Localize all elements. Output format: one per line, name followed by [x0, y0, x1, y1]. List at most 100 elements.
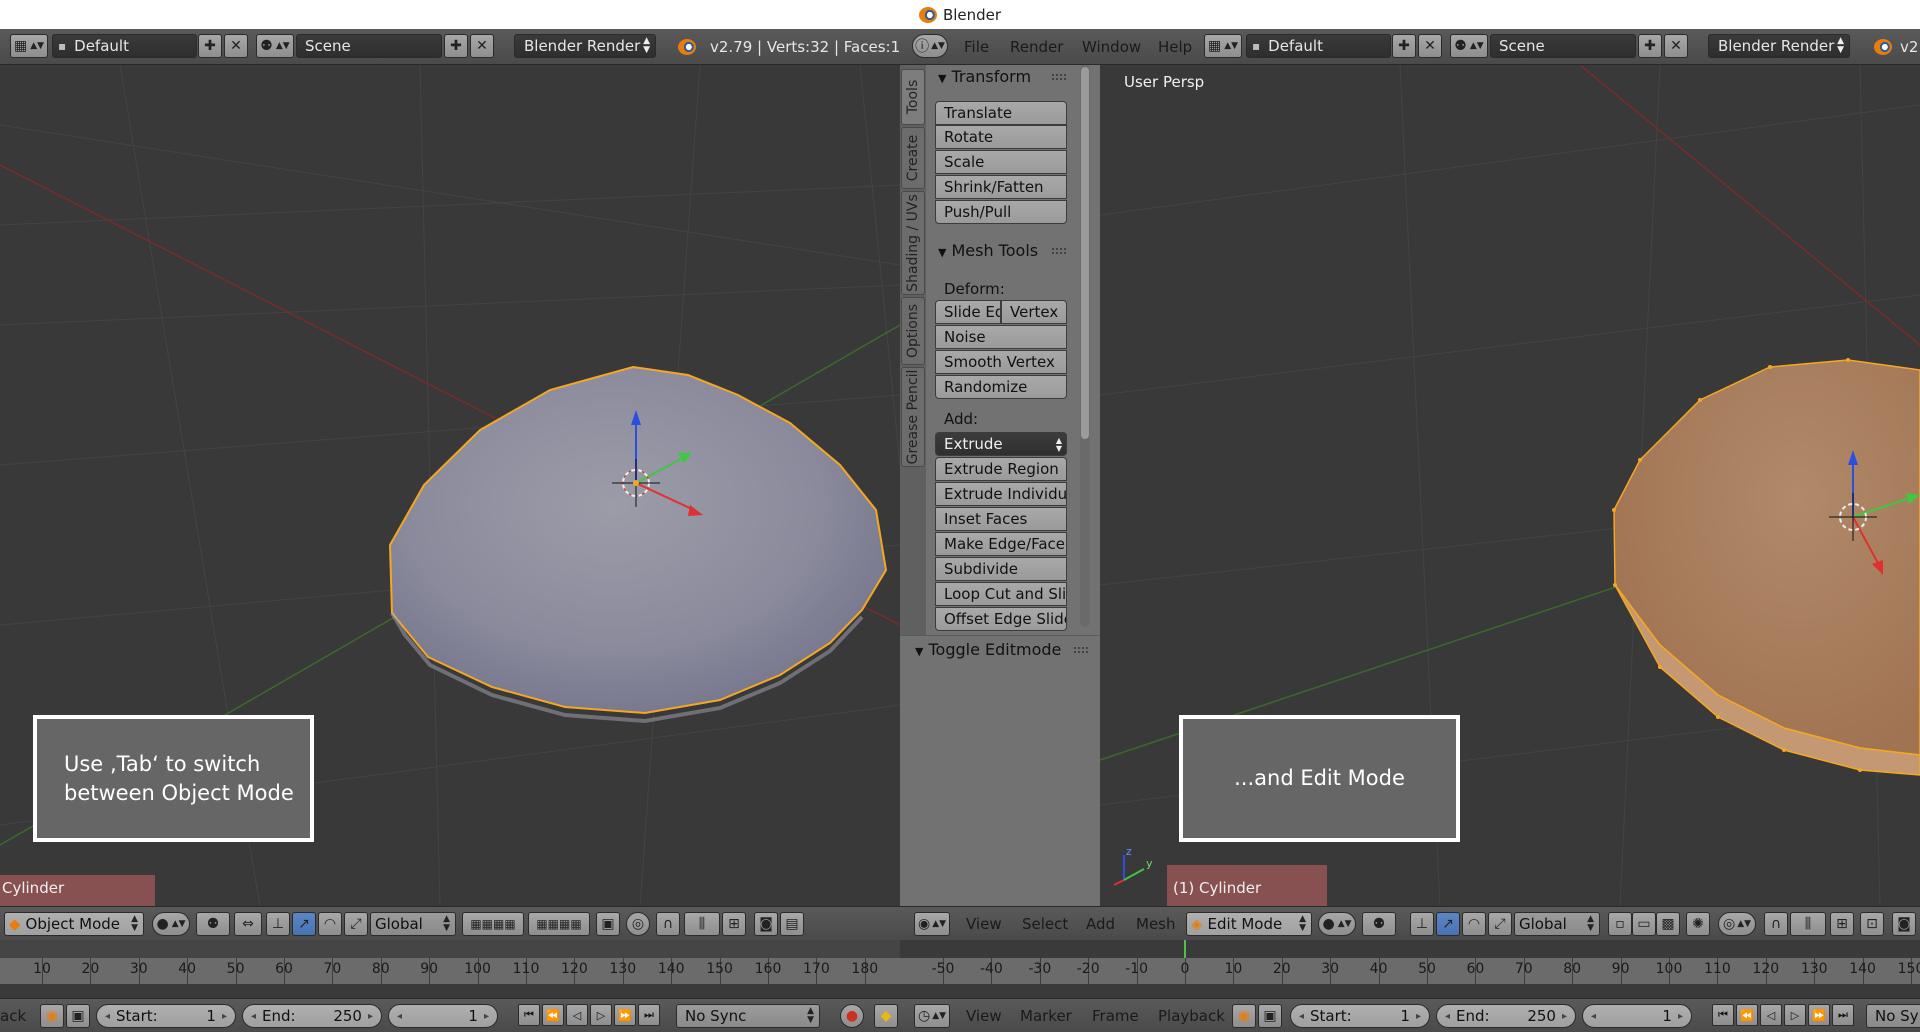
current-frame-field[interactable]: ◂ 1 ▸ — [388, 1004, 498, 1028]
make-edge-face-button[interactable]: Make Edge/Face — [935, 532, 1067, 556]
loop-cut-button[interactable]: Loop Cut and Sli... — [935, 582, 1067, 606]
editor-type-button[interactable]: ◷ ▲▼ — [914, 1004, 950, 1028]
right-timeline[interactable]: -50 -40 -30 -20 -10 0 10 20 30 40 50 60 70 80 90 100 110… — [900, 940, 1920, 984]
scrollbar-thumb[interactable] — [1081, 67, 1089, 439]
scale-manipulator-button[interactable]: ⤢ — [1488, 912, 1512, 936]
noise-button[interactable]: Noise — [935, 325, 1067, 349]
translate-manipulator-button[interactable]: ⊥ — [266, 912, 290, 936]
jump-start-button[interactable]: ⏮ — [518, 1004, 540, 1026]
menu-select[interactable]: Select — [1022, 915, 1068, 933]
keyframe-type-button[interactable]: ◆ — [874, 1004, 898, 1028]
keying-set-button[interactable]: ◉ — [40, 1004, 64, 1028]
screen-layout-field[interactable]: ▪ Default — [1246, 34, 1391, 58]
lock-time-button[interactable]: ▣ — [66, 1004, 90, 1028]
tab-grease-pencil[interactable]: Grease Pencil — [901, 367, 925, 467]
left-3d-viewport[interactable]: Use ‚Tab‘ to switch between Object Mode … — [0, 65, 900, 907]
snap-button[interactable]: ∩ — [1764, 912, 1788, 936]
menu-mesh[interactable]: Mesh — [1136, 915, 1176, 933]
pivot-point-button[interactable]: ⚉ — [196, 912, 230, 936]
play-reverse-button[interactable]: ◁ — [1760, 1004, 1782, 1026]
right-3d-viewport[interactable]: z y User Persp ...and Edit Mode (1) Cyli… — [1100, 65, 1920, 907]
layers-group-a[interactable]: ▦▦▦▦ — [462, 912, 524, 936]
tab-shading-uvs[interactable]: Shading / UVs — [901, 191, 925, 295]
scale-manipulator-button[interactable]: ⤢ — [344, 912, 368, 936]
next-keyframe-button[interactable]: ⏩ — [1808, 1004, 1830, 1026]
lock-time-button[interactable]: ▣ — [1258, 1004, 1282, 1028]
translate-manipulator-button[interactable]: ⊥ — [1410, 912, 1434, 936]
menu-view[interactable]: View — [966, 1007, 1002, 1025]
menu-add[interactable]: Add — [1086, 915, 1115, 933]
tab-tools[interactable]: Tools — [901, 69, 925, 125]
left-timeline[interactable]: 10 20 30 40 50 60 70 80 90 100 110 120 130 140 150 160 1… — [0, 940, 900, 984]
extrude-individual-button[interactable]: Extrude Individual — [935, 482, 1067, 506]
menu-window[interactable]: Window — [1082, 38, 1141, 56]
menu-frame[interactable]: Frame — [1092, 1007, 1139, 1025]
slide-edge-button[interactable]: Slide Ed — [935, 300, 1001, 324]
snap-element-button[interactable]: ⫼ — [1790, 912, 1826, 936]
tab-create[interactable]: Create — [901, 127, 925, 189]
editor-type-button[interactable]: ◉ ▲▼ — [914, 912, 950, 936]
extrude-select[interactable]: Extrude ▲ ▼ — [935, 432, 1067, 456]
remove-scene-button[interactable]: ✕ — [470, 34, 494, 58]
snap-target-button[interactable]: ⊞ — [722, 912, 746, 936]
rotate-button[interactable]: Rotate — [935, 125, 1067, 149]
snap-button[interactable]: ∩ — [656, 912, 680, 936]
inset-faces-button[interactable]: Inset Faces — [935, 507, 1067, 531]
add-scene-button[interactable]: ✚ — [1638, 34, 1662, 58]
next-keyframe-button[interactable]: ⏩ — [614, 1004, 636, 1026]
push-pull-button[interactable]: Push/Pull — [935, 200, 1067, 224]
info-editor-button[interactable]: ⓘ ▲▼ — [912, 34, 948, 58]
playback-menu-partial[interactable]: ack — [0, 1007, 26, 1025]
pivot-point-button[interactable]: ⚉ — [1362, 912, 1396, 936]
move-manipulator-button[interactable]: ↗ — [292, 912, 316, 936]
render-engine-select[interactable]: Blender Render ▲ ▼ — [1708, 34, 1850, 58]
snap-options-button[interactable]: ⊡ — [1860, 912, 1884, 936]
shrink-fatten-button[interactable]: Shrink/Fatten — [935, 175, 1067, 199]
lock-camera-button[interactable]: ▣ — [596, 912, 620, 936]
move-manipulator-button[interactable]: ↗ — [1436, 912, 1460, 936]
scene-selector-button[interactable]: ⚉ ▲▼ — [1450, 34, 1488, 58]
scene-name-field[interactable]: Scene — [1490, 34, 1636, 58]
auto-keying-button[interactable]: ● — [840, 1004, 864, 1028]
menu-marker[interactable]: Marker — [1020, 1007, 1072, 1025]
rotate-manipulator-button[interactable]: ◠ — [1462, 912, 1486, 936]
menu-file[interactable]: File — [964, 38, 989, 56]
randomize-button[interactable]: Randomize — [935, 375, 1067, 399]
scale-button[interactable]: Scale — [935, 150, 1067, 174]
transform-orientation-select[interactable]: Global ▲ ▼ — [370, 912, 456, 936]
viewport-shading-button[interactable]: ● ▲▼ — [1318, 912, 1356, 936]
layers-group-b[interactable]: ▦▦▦▦ — [528, 912, 590, 936]
scene-name-field[interactable]: Scene — [296, 34, 442, 58]
jump-end-button[interactable]: ⏭ — [1832, 1004, 1854, 1026]
sync-mode-select[interactable]: No Sync ▲ ▼ — [676, 1004, 820, 1028]
play-button[interactable]: ▷ — [590, 1004, 612, 1026]
start-frame-field[interactable]: ◂ Start: 1 ▸ — [1290, 1004, 1430, 1028]
editor-type-button[interactable]: ▦ ▲▼ — [1204, 34, 1242, 58]
tool-shelf-scrollbar[interactable] — [1080, 65, 1090, 627]
panel-drag-grip[interactable] — [1052, 248, 1066, 254]
mode-select[interactable]: ◈ Edit Mode ▲ ▼ — [1186, 912, 1312, 936]
manipulator-button[interactable]: ⇔ — [234, 912, 262, 936]
add-layout-button[interactable]: ✚ — [1392, 34, 1416, 58]
play-button[interactable]: ▷ — [1784, 1004, 1806, 1026]
remove-layout-button[interactable]: ✕ — [224, 34, 248, 58]
proportional-edit-button[interactable]: ◎ — [626, 912, 650, 936]
screen-layout-field[interactable]: ▪ Default — [52, 34, 197, 58]
start-frame-field[interactable]: ◂ Start: 1 ▸ — [96, 1004, 236, 1028]
menu-playback[interactable]: Playback — [1158, 1007, 1225, 1025]
transform-panel-header[interactable]: ▼ Transform — [938, 67, 1031, 86]
mode-select[interactable]: ◆ Object Mode ▲ ▼ — [4, 912, 144, 936]
occlude-geometry-button[interactable]: ✺ — [1686, 912, 1710, 936]
remove-layout-button[interactable]: ✕ — [1418, 34, 1442, 58]
tab-options[interactable]: Options — [901, 297, 925, 365]
end-frame-field[interactable]: ◂ End: 250 ▸ — [242, 1004, 382, 1028]
edge-select-button[interactable]: ▭ — [1632, 912, 1656, 936]
end-frame-field[interactable]: ◂ End: 250 ▸ — [1436, 1004, 1576, 1028]
play-reverse-button[interactable]: ◁ — [566, 1004, 588, 1026]
viewport-shading-button[interactable]: ● ▲▼ — [152, 912, 190, 936]
current-frame-field[interactable]: ◂ 1 ▸ — [1582, 1004, 1692, 1028]
render-engine-select[interactable]: Blender Render ▲ ▼ — [514, 34, 656, 58]
translate-button[interactable]: Translate — [935, 101, 1067, 125]
prev-keyframe-button[interactable]: ⏪ — [1736, 1004, 1758, 1026]
smooth-vertex-button[interactable]: Smooth Vertex — [935, 350, 1067, 374]
